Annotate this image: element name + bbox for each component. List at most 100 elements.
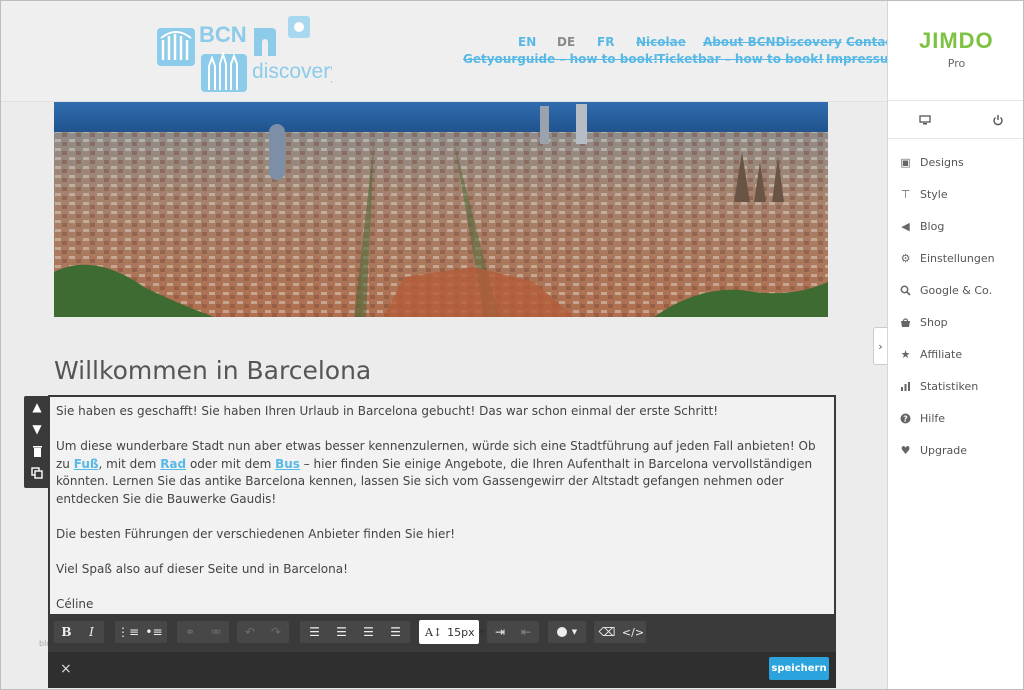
nav-link-getyourguide[interactable]: Getyourguide – how to book! — [463, 52, 658, 66]
menu-item-label: Einstellungen — [920, 251, 995, 265]
ordered-list-icon[interactable]: ⋮≡ — [115, 625, 141, 639]
editor-content[interactable]: Sie haben es geschafft! Sie haben Ihren … — [56, 403, 828, 631]
redo-icon[interactable]: ↷ — [263, 625, 289, 639]
menu-item-label: Google & Co. — [920, 283, 993, 297]
align-group: ☰ ☰ ☰ ☰ — [300, 621, 410, 643]
close-icon[interactable]: × — [60, 661, 72, 677]
menu-item-designs[interactable]: ▣ Designs — [888, 146, 1024, 178]
menu-item-label: Hilfe — [920, 411, 946, 425]
editor-footer: × speichern — [48, 652, 836, 688]
page-title: Willkommen in Barcelona — [54, 356, 372, 385]
outdent-icon[interactable]: ⇤ — [513, 625, 539, 639]
search-icon — [899, 284, 912, 297]
help-icon: ? — [899, 412, 912, 425]
text-editor[interactable]: Sie haben es geschafft! Sie haben Ihren … — [48, 395, 836, 615]
delete-icon[interactable] — [24, 440, 50, 462]
nav-link-ticketbar[interactable]: Ticketbar – how to book! — [657, 52, 824, 66]
menu-item-affiliate[interactable]: ★ Affiliate — [888, 338, 1024, 370]
menu-item-label: Shop — [920, 315, 948, 329]
menu-item-hilfe[interactable]: ? Hilfe — [888, 402, 1024, 434]
star-icon: ★ — [900, 347, 911, 361]
menu-item-style[interactable]: ⊤ Style — [888, 178, 1024, 210]
nav-link-about[interactable]: About BCNDiscovery — [703, 35, 842, 49]
menu-item-shop[interactable]: Shop — [888, 306, 1024, 338]
panel-menu: ▣ Designs ⊤ Style ◀ Blog ⚙ Einstellungen Goo… — [888, 146, 1024, 466]
nav-link-nicolae[interactable]: Nicolae — [636, 35, 686, 49]
font-size-select[interactable]: A↕ 15px ▼ — [419, 620, 485, 644]
link-rad[interactable]: Rad — [160, 457, 186, 471]
save-button[interactable]: speichern — [769, 657, 829, 680]
editor-toolbar: B I ⋮≡ •≡ ⚭ ⚮ ↶ ↷ ☰ ☰ ☰ ☰ A↕ 15px ▼ ⇥ ⇤ — [48, 614, 836, 652]
jimdo-admin-panel: JIMDO Pro ▣ Designs ⊤ Style ◀ Blog ⚙ Einstel… — [887, 0, 1024, 690]
menu-item-einstellungen[interactable]: ⚙ Einstellungen — [888, 242, 1024, 274]
duplicate-icon[interactable] — [24, 462, 50, 484]
align-center-icon[interactable]: ☰ — [328, 625, 355, 639]
menu-item-label: Statistiken — [920, 379, 979, 393]
stats-icon — [899, 380, 912, 393]
menu-item-blog[interactable]: ◀ Blog — [888, 210, 1024, 242]
menu-item-label: Affiliate — [920, 347, 963, 361]
align-left-icon[interactable]: ☰ — [301, 625, 328, 639]
settings-icon: ⚙ — [900, 251, 911, 265]
nav-link-impressum[interactable]: Impressum — [826, 52, 887, 66]
indent-group: ⇥ ⇤ — [487, 621, 539, 643]
menu-item-statistiken[interactable]: Statistiken — [888, 370, 1024, 402]
menu-item-label: Style — [920, 187, 948, 201]
unlink-icon[interactable]: ⚮ — [203, 625, 229, 639]
chevron-down-icon: ▼ — [479, 628, 486, 636]
svg-text:?: ? — [903, 414, 908, 423]
align-justify-icon[interactable]: ☰ — [382, 625, 409, 639]
link-icon[interactable]: ⚭ — [177, 625, 203, 639]
paragraph-2-text: oder mit dem — [186, 456, 276, 471]
logo-text-top: BCN — [199, 22, 247, 47]
chevron-down-icon: ▼ — [571, 628, 578, 636]
site-logo[interactable]: BCN discovery — [157, 16, 341, 92]
panel-toggle-chevron-icon[interactable]: › — [873, 327, 887, 365]
move-up-icon[interactable]: ▲ — [24, 396, 50, 418]
unordered-list-icon[interactable]: •≡ — [141, 625, 167, 639]
paragraph-2: Um diese wunderbare Stadt nun aber etwas… — [56, 438, 828, 508]
clear-format-icon[interactable]: ⌫ — [594, 625, 620, 639]
menu-item-label: Designs — [920, 155, 964, 169]
paragraph-1: Sie haben es geschafft! Sie haben Ihren … — [56, 404, 718, 418]
nav-link-contact[interactable]: Contact — [846, 35, 887, 49]
plan-label: Pro — [947, 57, 966, 70]
menu-item-google[interactable]: Google & Co. — [888, 274, 1024, 306]
signature: Céline — [56, 597, 94, 612]
history-group: ↶ ↷ — [237, 621, 289, 643]
blog-icon: ◀ — [901, 219, 910, 233]
power-icon[interactable] — [990, 112, 1006, 128]
module-side-tools: ▲ ▼ — [24, 396, 50, 488]
font-size-value: 15px — [447, 625, 475, 639]
move-down-icon[interactable]: ▼ — [24, 418, 50, 440]
desktop-preview-icon[interactable] — [917, 112, 933, 128]
font-size-icon: A↕ — [425, 625, 443, 639]
jimdo-brand-text: JIMDO — [919, 28, 994, 52]
menu-item-label: Upgrade — [920, 443, 968, 457]
format-group: B I — [54, 621, 104, 643]
menu-item-label: Blog — [920, 219, 945, 233]
nav-lang-fr[interactable]: FR — [597, 35, 614, 49]
nav-lang-de[interactable]: DE — [557, 35, 575, 49]
list-group: ⋮≡ •≡ — [115, 621, 167, 643]
bcn-logo-graphic: BCN discovery — [157, 16, 341, 92]
color-picker[interactable]: ▼ — [548, 621, 586, 643]
paragraph-3: Die besten Führungen der verschiedenen A… — [56, 526, 456, 541]
nav-lang-en[interactable]: EN — [518, 35, 536, 49]
misc-group: ⌫ </> — [594, 621, 646, 643]
website-preview: BCN discovery EN DE FR Nicolae About BCN… — [0, 0, 887, 690]
align-right-icon[interactable]: ☰ — [355, 625, 382, 639]
link-fuss[interactable]: Fuß — [74, 457, 99, 471]
indent-icon[interactable]: ⇥ — [487, 625, 513, 639]
link-bus[interactable]: Bus — [275, 457, 300, 471]
paragraph-2-text: , mit dem — [98, 456, 161, 471]
jimdo-logo: JIMDO — [919, 28, 994, 52]
menu-item-upgrade[interactable]: ♥ Upgrade — [888, 434, 1024, 466]
panel-divider — [888, 138, 1024, 139]
italic-icon[interactable]: I — [79, 625, 104, 639]
bold-icon[interactable]: B — [54, 625, 79, 639]
undo-icon[interactable]: ↶ — [237, 625, 263, 639]
code-icon[interactable]: </> — [620, 626, 646, 639]
style-icon: ⊤ — [900, 187, 911, 201]
designs-icon: ▣ — [900, 155, 911, 169]
